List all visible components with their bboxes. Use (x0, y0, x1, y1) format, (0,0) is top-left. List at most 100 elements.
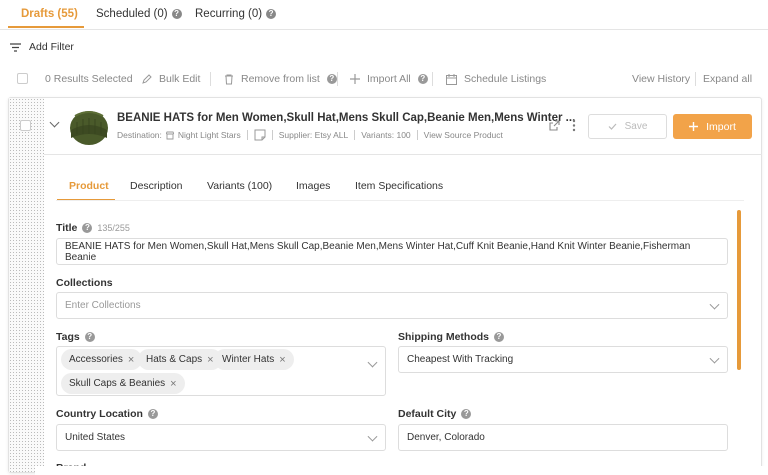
help-icon: ? (417, 74, 428, 84)
drag-handle[interactable] (9, 98, 44, 472)
chevron-down-icon (709, 353, 720, 364)
remove-from-list-button[interactable]: Remove from list? (224, 73, 337, 85)
product-thumbnail (70, 111, 108, 145)
tags-input[interactable]: Accessories × Hats & Caps × Winter Hats × S… (56, 346, 386, 396)
country-value: United States (65, 432, 126, 443)
shipping-value: Cheapest With Tracking (407, 354, 514, 365)
chevron-down-icon (367, 357, 378, 368)
add-filter-label: Add Filter (29, 41, 74, 53)
divider (416, 130, 418, 140)
trash-icon (225, 74, 233, 84)
product-title[interactable]: BEANIE HATS for Men Women,Skull Hat,Mens… (117, 112, 575, 124)
external-link-icon[interactable] (549, 120, 560, 131)
city-label: Default City (398, 408, 457, 420)
divider (354, 130, 356, 140)
more-options-icon[interactable] (572, 119, 576, 132)
store-icon (165, 131, 174, 139)
title-value: BEANIE HATS for Men Women,Skull Hat,Mens… (65, 240, 691, 263)
shipping-methods-select[interactable]: Cheapest With Tracking (398, 346, 728, 373)
tab-scheduled-label: Scheduled (0) (96, 8, 168, 20)
country-label: Country Location (56, 408, 143, 420)
divider (432, 72, 433, 86)
view-history-label: View History (632, 73, 691, 85)
status-tabs: Drafts (55) Scheduled (0)? Recurring (0)… (0, 0, 768, 30)
title-char-count: 135/255 (97, 223, 130, 233)
help-icon: ? (147, 409, 158, 419)
destination: Destination: Night Light Stars (117, 130, 241, 140)
city-field-label: Default City? (398, 408, 472, 420)
help-icon: ? (494, 332, 504, 342)
bottom-mask (35, 466, 768, 475)
help-icon: ? (84, 332, 95, 342)
bulk-edit-button[interactable]: Bulk Edit (142, 73, 200, 85)
divider (210, 72, 211, 86)
import-all-button[interactable]: Import All? (350, 73, 428, 85)
bulk-edit-label: Bulk Edit (159, 73, 201, 85)
calendar-icon (446, 73, 457, 85)
plus-icon (350, 74, 360, 84)
product-meta: Destination: Night Light Stars Supplier:… (117, 129, 503, 141)
save-button[interactable]: Save (588, 114, 667, 139)
tab-variants[interactable]: Variants (100) (207, 180, 272, 192)
add-filter-button[interactable]: Add Filter (10, 41, 74, 53)
import-label: Import (706, 120, 736, 133)
import-all-label: Import All (367, 73, 411, 85)
title-label: Title (56, 222, 78, 234)
shipping-label: Shipping Methods (398, 331, 489, 343)
shipping-field-label: Shipping Methods? (398, 331, 504, 343)
tab-scheduled[interactable]: Scheduled (0)? (96, 8, 182, 20)
tab-product[interactable]: Product (69, 180, 109, 192)
collections-select[interactable]: Enter Collections (56, 292, 728, 319)
variants-count: Variants: 100 (361, 130, 411, 140)
save-label: Save (624, 121, 648, 132)
tab-item-specifications[interactable]: Item Specifications (355, 180, 443, 192)
country-field-label: Country Location? (56, 408, 158, 420)
title-input[interactable]: BEANIE HATS for Men Women,Skull Hat,Mens… (56, 238, 728, 265)
scrollbar[interactable] (737, 210, 741, 370)
chevron-down-icon[interactable] (49, 117, 60, 128)
note-icon[interactable] (254, 129, 266, 141)
plus-icon (689, 122, 699, 131)
help-icon: ? (266, 9, 277, 19)
supplier: Supplier: Etsy ALL (278, 130, 349, 140)
destination-value: Night Light Stars (177, 130, 241, 140)
tab-recurring[interactable]: Recurring (0)? (195, 8, 277, 20)
active-tab-indicator (8, 26, 84, 28)
divider (246, 130, 248, 140)
tab-drafts[interactable]: Drafts (55) (21, 8, 78, 20)
close-icon[interactable]: × (170, 378, 176, 390)
divider (271, 130, 273, 140)
chevron-down-icon (709, 299, 720, 310)
divider (337, 72, 338, 86)
collections-field-label: Collections (56, 277, 113, 289)
help-icon: ? (171, 9, 182, 19)
view-source-link[interactable]: View Source Product (424, 130, 503, 140)
select-all-checkbox[interactable] (17, 73, 28, 84)
collections-placeholder: Enter Collections (65, 300, 141, 311)
tab-images[interactable]: Images (296, 180, 330, 192)
city-value: Denver, Colorado (407, 432, 485, 443)
results-selected: 0 Results Selected (45, 73, 133, 85)
tag-label: Accessories (69, 354, 123, 365)
tab-description[interactable]: Description (130, 180, 183, 192)
product-checkbox[interactable] (20, 120, 31, 131)
tags-field-label: Tags? (56, 331, 95, 343)
tab-recurring-label: Recurring (0) (195, 8, 263, 20)
close-icon[interactable]: × (207, 354, 213, 366)
country-select[interactable]: United States (56, 424, 386, 451)
expand-all-link[interactable]: Expand all (703, 73, 752, 85)
import-button[interactable]: Import (673, 114, 752, 139)
tag-chip: Winter Hats × (214, 349, 294, 370)
close-icon[interactable]: × (279, 354, 285, 366)
tag-chip: Accessories × (61, 349, 143, 370)
divider (695, 72, 696, 86)
city-input[interactable]: Denver, Colorado (398, 424, 728, 451)
close-icon[interactable]: × (128, 354, 134, 366)
help-icon: ? (82, 223, 93, 233)
view-history-link[interactable]: View History (632, 73, 690, 85)
divider (44, 154, 762, 155)
title-field-label: Title ? 135/255 (56, 222, 130, 234)
tag-chip: Hats & Caps × (138, 349, 222, 370)
schedule-listings-button[interactable]: Schedule Listings (446, 73, 546, 85)
tag-chip: Skull Caps & Beanies × (61, 373, 185, 394)
